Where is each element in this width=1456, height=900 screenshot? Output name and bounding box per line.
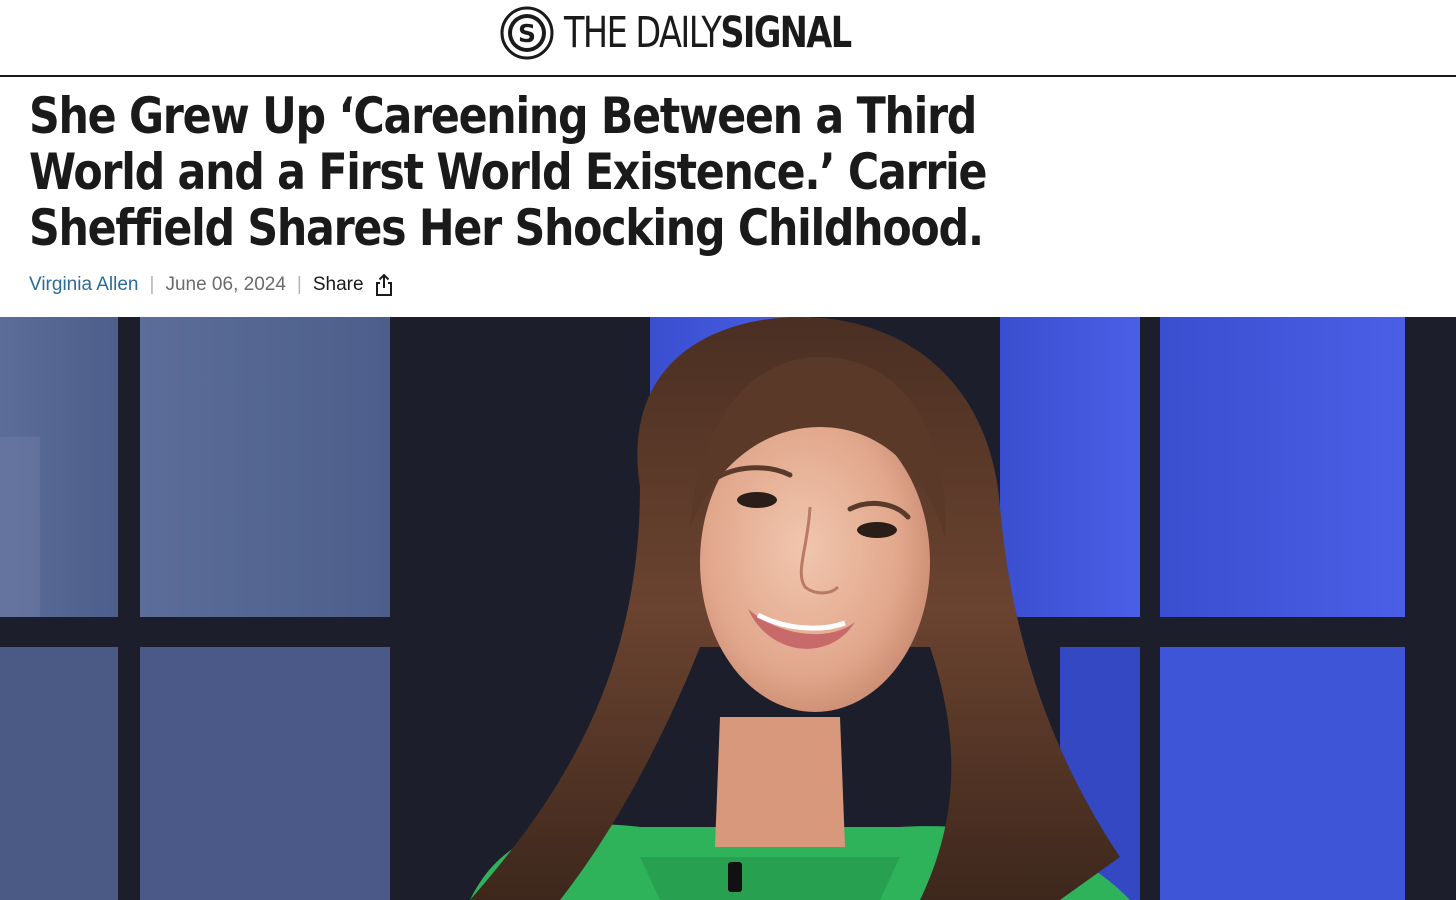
hero-photo-image: [0, 317, 1456, 900]
author-link[interactable]: Virginia Allen: [29, 274, 139, 296]
share-icon: [375, 273, 392, 296]
byline-separator: |: [296, 274, 302, 295]
logo-text-bold: SIGNAL: [720, 7, 852, 58]
site-header: S THE DAILYSIGNAL: [0, 0, 1456, 77]
logo-text-light: THE DAILY: [564, 7, 722, 58]
byline-separator: |: [149, 274, 155, 295]
publish-date: June 06, 2024: [165, 274, 286, 295]
share-button[interactable]: Share: [313, 273, 394, 297]
hero-photo: [0, 317, 1456, 900]
logo-mark-icon: S: [500, 6, 554, 60]
share-label: Share: [312, 274, 364, 295]
logo-wordmark: THE DAILYSIGNAL: [564, 11, 852, 55]
article-byline: Virginia Allen | June 06, 2024 | Share: [29, 271, 394, 299]
article-headline: She Grew Up ‘Careening Between a Third W…: [29, 87, 988, 257]
logo-mark-letter: S: [518, 19, 536, 48]
site-logo[interactable]: S THE DAILYSIGNAL: [500, 4, 931, 62]
